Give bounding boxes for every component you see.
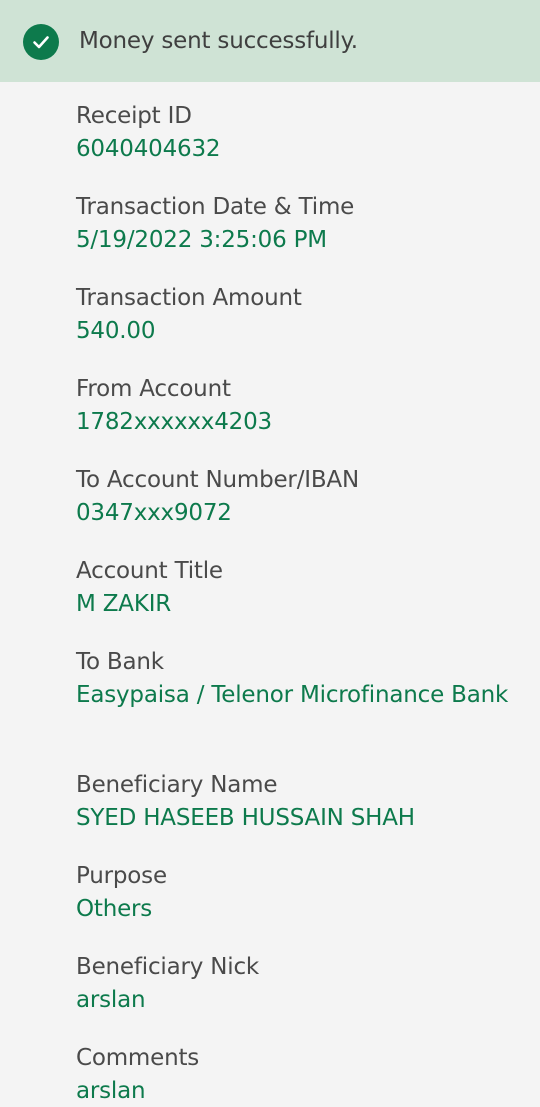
from-account-label: From Account	[76, 376, 231, 402]
account-title-field: Account Title M ZAKIR	[76, 556, 516, 620]
to-account-value: 0347xxx9072	[76, 500, 232, 526]
receipt-id-label: Receipt ID	[76, 103, 192, 129]
receipt-id-value: 6040404632	[76, 136, 221, 162]
purpose-value: Others	[76, 896, 153, 922]
beneficiary-nick-field: Beneficiary Nick arslan	[76, 952, 516, 1016]
to-bank-field: To Bank Easypaisa / Telenor Microfinance…	[76, 647, 516, 711]
beneficiary-name-field: Beneficiary Name SYED HASEEB HUSSAIN SHA…	[76, 770, 516, 834]
transaction-datetime-value: 5/19/2022 3:25:06 PM	[76, 227, 327, 253]
check-circle-icon	[23, 24, 59, 60]
transaction-amount-value: 540.00	[76, 318, 156, 344]
transaction-amount-label: Transaction Amount	[76, 285, 302, 311]
from-account-value: 1782xxxxxx4203	[76, 409, 272, 435]
success-message: Money sent successfully.	[79, 28, 358, 54]
beneficiary-nick-label: Beneficiary Nick	[76, 954, 260, 980]
from-account-field: From Account 1782xxxxxx4203	[76, 374, 516, 438]
receipt-id-field: Receipt ID 6040404632	[76, 101, 516, 165]
beneficiary-name-value: SYED HASEEB HUSSAIN SHAH	[76, 805, 415, 831]
transaction-datetime-label: Transaction Date & Time	[76, 194, 355, 220]
to-account-label: To Account Number/IBAN	[76, 467, 359, 493]
comments-field: Comments arslan	[76, 1043, 516, 1107]
to-bank-value: Easypaisa / Telenor Microfinance Bank	[76, 682, 509, 708]
account-title-value: M ZAKIR	[76, 591, 172, 617]
account-title-label: Account Title	[76, 558, 223, 584]
to-bank-label: To Bank	[76, 649, 164, 675]
comments-value: arslan	[76, 1078, 146, 1104]
transaction-datetime-field: Transaction Date & Time 5/19/2022 3:25:0…	[76, 192, 516, 256]
comments-label: Comments	[76, 1045, 200, 1071]
beneficiary-nick-value: arslan	[76, 987, 146, 1013]
success-banner: Money sent successfully.	[0, 0, 540, 82]
beneficiary-name-label: Beneficiary Name	[76, 772, 278, 798]
purpose-field: Purpose Others	[76, 861, 516, 925]
transaction-amount-field: Transaction Amount 540.00	[76, 283, 516, 347]
to-account-field: To Account Number/IBAN 0347xxx9072	[76, 465, 516, 529]
purpose-label: Purpose	[76, 863, 167, 889]
